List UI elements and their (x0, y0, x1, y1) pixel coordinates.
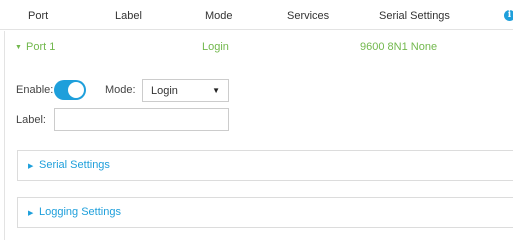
column-header-label: Label (115, 10, 142, 22)
port-serial-settings: 9600 8N1 None (360, 41, 438, 53)
mode-select-value: Login (151, 85, 178, 97)
mode-select[interactable]: Login ▼ (142, 79, 229, 102)
section-title-logging-settings: Logging Settings (39, 206, 121, 218)
mode-label: Mode: (105, 84, 136, 96)
info-icon[interactable]: i (504, 10, 513, 21)
toggle-knob (68, 82, 84, 98)
serial-settings-section[interactable]: ▶ Serial Settings (17, 150, 513, 181)
triangle-right-icon: ▶ (28, 163, 34, 170)
port-name: Port 1 (26, 41, 56, 53)
enable-label: Enable: (16, 84, 54, 96)
table-header: Port Label Mode Services Serial Settings… (0, 0, 513, 30)
label-field-label: Label: (16, 114, 46, 126)
column-header-mode: Mode (205, 10, 233, 22)
triangle-right-icon: ▶ (28, 210, 34, 217)
port-row[interactable]: ▼ Port 1 Login 9600 8N1 None (5, 31, 513, 65)
caret-down-icon[interactable]: ▼ (15, 44, 22, 51)
port-panel: ▼ Port 1 Login 9600 8N1 None Enable: Mod… (4, 31, 513, 240)
label-input[interactable] (54, 108, 229, 131)
column-header-serial-settings: Serial Settings (379, 10, 450, 22)
port-mode: Login (202, 41, 229, 53)
column-header-services: Services (287, 10, 330, 22)
dropdown-arrow-icon: ▼ (212, 86, 220, 95)
enable-toggle[interactable] (54, 80, 86, 100)
section-title-serial-settings: Serial Settings (39, 159, 110, 171)
column-header-port: Port (28, 10, 49, 22)
logging-settings-section[interactable]: ▶ Logging Settings (17, 197, 513, 228)
